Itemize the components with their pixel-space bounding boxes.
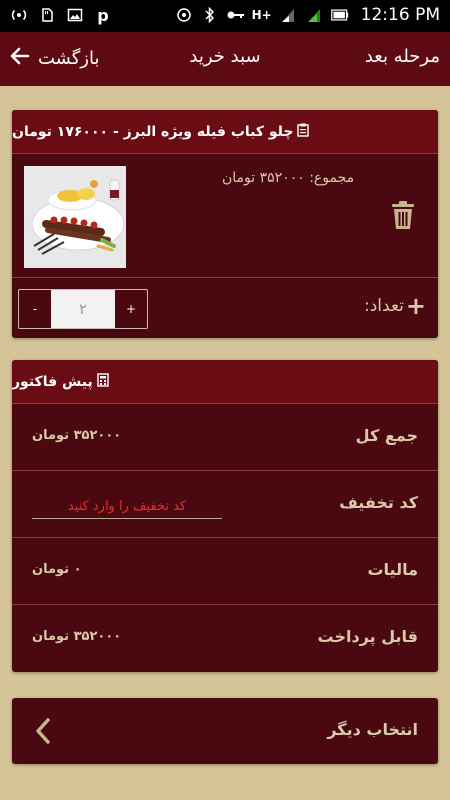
signal-h-icon: H+	[251, 8, 272, 22]
status-bar: p H+ 12:16 PM	[0, 0, 450, 32]
quantity-value[interactable]: ۲	[51, 290, 115, 328]
discount-label: کد تخفیف	[339, 493, 418, 512]
clipboard-icon	[297, 123, 310, 141]
choose-other-label: انتخاب دیگر	[327, 720, 418, 739]
signal-1-icon	[279, 6, 297, 24]
payable-value: ۳۵۲۰۰۰ تومان	[32, 629, 122, 644]
invoice-row-discount: کد تخفیف	[12, 471, 438, 538]
payable-label: قابل پرداخت	[317, 627, 418, 646]
choose-other-button[interactable]: انتخاب دیگر	[12, 698, 438, 764]
chevron-left-icon	[36, 718, 50, 744]
tax-label: مالیات	[367, 560, 418, 579]
cart-item-card: چلو کباب فیله ویژه البرز - ۱۷۶۰۰۰ تومان	[12, 110, 438, 338]
decrement-button[interactable]: -	[19, 290, 51, 328]
increment-button[interactable]: +	[115, 290, 147, 328]
total-value: ۳۵۲۰۰۰ تومان	[32, 428, 122, 443]
cart-item-title: چلو کباب فیله ویژه البرز - ۱۷۶۰۰۰ تومان	[12, 123, 294, 140]
cart-item-header: چلو کباب فیله ویژه البرز - ۱۷۶۰۰۰ تومان	[12, 110, 438, 154]
quantity-label: + تعداد:	[364, 294, 426, 318]
key-icon	[227, 6, 245, 24]
invoice-card: پیش فاکتور جمع کل ۳۵۲۰۰۰ تومان کد تخفیف …	[12, 360, 438, 672]
signal-2-icon	[305, 6, 323, 24]
dish-image	[24, 166, 126, 268]
parking-icon: p	[97, 5, 109, 25]
battery-icon	[330, 6, 349, 24]
cart-item-body: مجموع: ۳۵۲۰۰۰ تومان	[12, 154, 438, 278]
nfc-icon	[175, 6, 193, 24]
quantity-label-text: تعداد:	[364, 296, 404, 316]
image-icon	[66, 6, 84, 24]
invoice-row-total: جمع کل ۳۵۲۰۰۰ تومان	[12, 404, 438, 471]
app-header: بازگشت سبد خرید مرحله بعد	[0, 32, 450, 86]
discount-code-input[interactable]	[32, 495, 222, 519]
tax-value: ۰ تومان	[32, 562, 82, 577]
sd-card-icon	[38, 6, 56, 24]
invoice-header: پیش فاکتور	[12, 360, 438, 404]
calculator-icon	[97, 372, 109, 391]
invoice-row-tax: مالیات ۰ تومان	[12, 538, 438, 605]
item-total: مجموع: ۳۵۲۰۰۰ تومان	[222, 170, 355, 186]
wifi-hotspot-icon	[10, 6, 28, 24]
quantity-stepper[interactable]: - ۲ +	[18, 289, 148, 329]
trash-icon[interactable]	[390, 200, 416, 230]
invoice-title: پیش فاکتور	[12, 373, 93, 390]
plus-icon: +	[405, 292, 426, 320]
status-time: 12:16 PM	[360, 5, 440, 25]
quantity-row: - ۲ + + تعداد:	[12, 278, 438, 336]
bluetooth-icon	[201, 6, 219, 24]
total-label: جمع کل	[355, 426, 418, 445]
invoice-row-payable: قابل پرداخت ۳۵۲۰۰۰ تومان	[12, 605, 438, 672]
next-step-button[interactable]: مرحله بعد	[365, 46, 440, 67]
